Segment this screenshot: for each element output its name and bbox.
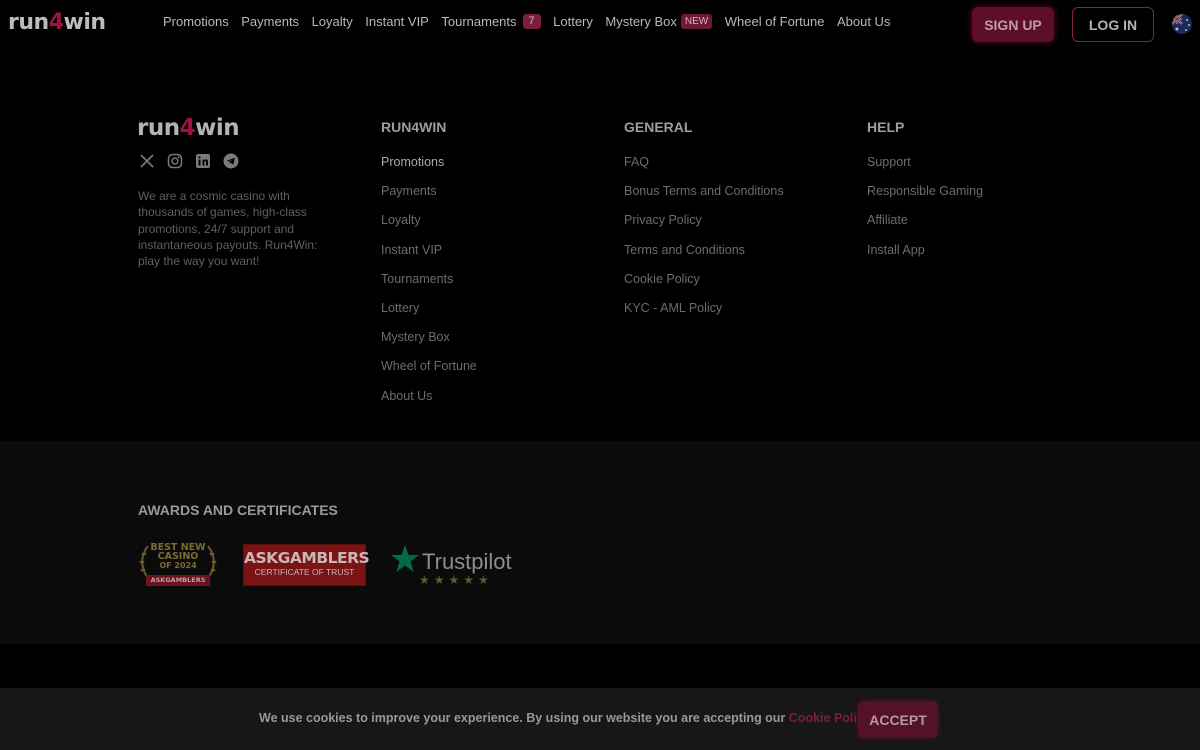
awards-title: AWARDS AND CERTIFICATES [138, 502, 338, 518]
footer-link-tournaments[interactable]: Tournaments [381, 272, 477, 301]
nav-label: Loyalty [311, 14, 353, 29]
logo-digit: 4 [179, 115, 196, 141]
footer-link-instant-vip[interactable]: Instant VIP [381, 243, 477, 272]
new-badge: NEW [680, 14, 713, 29]
footer-link-terms[interactable]: Terms and Conditions [624, 243, 784, 272]
login-button[interactable]: LOG IN [1072, 7, 1154, 42]
footer-link-promotions[interactable]: Promotions [381, 155, 477, 184]
brand-logo[interactable]: run4win [8, 10, 106, 35]
footer-link-faq[interactable]: FAQ [624, 155, 784, 184]
signup-button[interactable]: SIGN UP [972, 7, 1054, 42]
nav-label: Instant VIP [365, 14, 429, 29]
footer-link-about-us[interactable]: About Us [381, 389, 477, 418]
logo-prefix: run [8, 10, 49, 35]
footer-column-help: HELP Support Responsible Gaming Affiliat… [867, 119, 983, 272]
column-title: RUN4WIN [381, 119, 447, 135]
cookie-banner: We use cookies to improve your experienc… [0, 688, 1200, 750]
askgamblers-certificate: ASKGAMBLERS CERTIFICATE OF TRUST [243, 544, 370, 586]
column-title: GENERAL [624, 119, 693, 135]
nav-item-lottery[interactable]: Lottery [553, 14, 593, 29]
logo-suffix: win [195, 115, 240, 141]
main-nav: Promotions Payments Loyalty Instant VIP … [163, 14, 903, 29]
telegram-icon[interactable] [222, 152, 240, 170]
best-new-line3: OF 2024 [159, 561, 197, 570]
trustpilot-name: Trustpilot [422, 549, 512, 574]
linkedin-icon[interactable] [194, 152, 212, 170]
trustpilot-star-icon [391, 545, 419, 572]
nav-label: Wheel of Fortune [724, 14, 825, 29]
best-new-ribbon: ASKGAMBLERS [150, 576, 206, 584]
instagram-icon[interactable] [166, 152, 184, 170]
cookie-message: We use cookies to improve your experienc… [259, 711, 873, 725]
australia-flag-icon[interactable] [1172, 14, 1192, 34]
footer-link-kyc-aml[interactable]: KYC - AML Policy [624, 301, 784, 330]
trustpilot-rating-stars: ★★★★★ [419, 573, 493, 587]
footer-link-responsible-gaming[interactable]: Responsible Gaming [867, 184, 983, 213]
footer-column-run4win: RUN4WIN Promotions Payments Loyalty Inst… [381, 119, 477, 418]
trustpilot-badge: Trustpilot ★★★★★ [390, 542, 520, 590]
footer-link-install-app[interactable]: Install App [867, 243, 983, 272]
footer-link-bonus-terms[interactable]: Bonus Terms and Conditions [624, 184, 784, 213]
footer-links-section: run4win We are a cosmic casino with thou… [0, 48, 1200, 441]
page: run4win Promotions Payments Loyalty Inst… [0, 0, 1200, 750]
nav-item-tournaments[interactable]: Tournaments 7 [441, 14, 541, 29]
footer-link-lottery[interactable]: Lottery [381, 301, 477, 330]
footer-link-affiliate[interactable]: Affiliate [867, 213, 983, 242]
about-description: We are a cosmic casino with thousands of… [138, 189, 318, 269]
nav-item-about-us[interactable]: About Us [837, 14, 890, 29]
footer-brand-logo[interactable]: run4win [137, 115, 240, 141]
footer-link-loyalty[interactable]: Loyalty [381, 213, 477, 242]
nav-item-payments[interactable]: Payments [241, 14, 299, 29]
nav-label: Mystery Box [605, 14, 677, 29]
nav-label: Promotions [163, 14, 229, 29]
top-header: run4win Promotions Payments Loyalty Inst… [0, 0, 1200, 48]
nav-item-wheel-of-fortune[interactable]: Wheel of Fortune [725, 14, 825, 29]
nav-label: About Us [836, 14, 891, 29]
footer-link-wheel-of-fortune[interactable]: Wheel of Fortune [381, 359, 477, 388]
social-links [138, 152, 250, 170]
footer-link-support[interactable]: Support [867, 155, 983, 184]
best-new-line2: CASINO [157, 551, 199, 562]
column-title: HELP [867, 119, 905, 135]
footer-link-cookie-policy[interactable]: Cookie Policy [624, 272, 784, 301]
nav-label: Tournaments [441, 14, 517, 29]
askgamblers-subtitle: CERTIFICATE OF TRUST [254, 567, 355, 577]
tournaments-count-badge: 7 [522, 14, 541, 29]
nav-item-promotions[interactable]: Promotions [163, 14, 229, 29]
nav-label: Lottery [553, 14, 593, 29]
best-new-casino-award: BEST NEW CASINO OF 2024 ASKGAMBLERS [138, 542, 218, 588]
footer-link-payments[interactable]: Payments [381, 184, 477, 213]
logo-suffix: win [63, 10, 107, 35]
x-icon[interactable] [138, 152, 156, 170]
logo-prefix: run [137, 115, 180, 141]
logo-digit: 4 [48, 10, 64, 35]
nav-item-loyalty[interactable]: Loyalty [312, 14, 353, 29]
footer-column-general: GENERAL FAQ Bonus Terms and Conditions P… [624, 119, 784, 330]
accept-cookies-button[interactable]: ACCEPT [858, 701, 938, 738]
cookie-text: We use cookies to improve your experienc… [259, 711, 789, 725]
footer-link-privacy-policy[interactable]: Privacy Policy [624, 213, 784, 242]
nav-label: Payments [241, 14, 300, 29]
footer-link-mystery-box[interactable]: Mystery Box [381, 330, 477, 359]
askgamblers-name: ASKGAMBLERS [244, 549, 370, 567]
awards-section: AWARDS AND CERTIFICATES BEST NEW CASINO … [0, 441, 1200, 644]
nav-item-instant-vip[interactable]: Instant VIP [365, 14, 429, 29]
nav-item-mystery-box[interactable]: Mystery Box NEW [605, 14, 713, 29]
